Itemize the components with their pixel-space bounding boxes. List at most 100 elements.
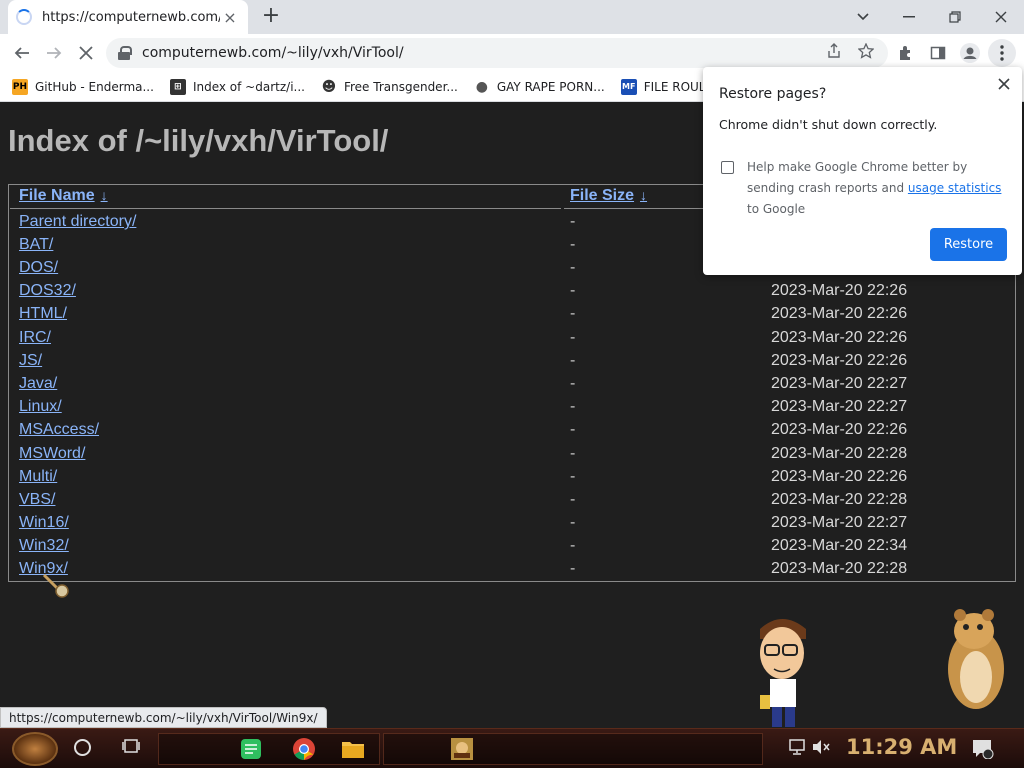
column-header-label: File Name xyxy=(19,187,95,204)
bookmark-item[interactable]: ⊞ Index of ~dartz/i... xyxy=(169,78,305,95)
table-row: Win9x/-2023-Mar-20 22:28 xyxy=(9,558,1015,581)
file-link[interactable]: MSWord/ xyxy=(19,445,85,463)
file-link[interactable]: Win32/ xyxy=(19,537,69,555)
file-link[interactable]: HTML/ xyxy=(19,305,67,323)
chrome-menu-icon[interactable] xyxy=(988,39,1016,67)
network-icon[interactable] xyxy=(788,739,806,759)
stop-loading-button[interactable] xyxy=(72,39,100,67)
crash-report-checkbox[interactable] xyxy=(721,161,734,174)
file-date: 2023-Mar-20 22:28 xyxy=(771,491,908,508)
table-row: Linux/ - 2023-Mar-20 22:27 xyxy=(9,396,1015,419)
file-link[interactable]: BAT/ xyxy=(19,236,53,254)
tab-close-icon[interactable]: × xyxy=(220,8,240,27)
globe-site-icon: ● xyxy=(475,78,488,95)
table-row: JS/ - 2023-Mar-20 22:26 xyxy=(9,350,1015,373)
side-panel-icon[interactable] xyxy=(924,39,952,67)
back-button[interactable] xyxy=(8,39,36,67)
forward-button[interactable] xyxy=(40,39,68,67)
usage-statistics-link[interactable]: usage statistics xyxy=(908,181,1002,195)
file-date: 2023-Mar-20 22:26 xyxy=(771,468,908,485)
url-text[interactable]: computernewb.com/~lily/vxh/VirTool/ xyxy=(142,45,404,61)
sort-arrow-icon: ↓ xyxy=(100,187,108,203)
close-window-button[interactable] xyxy=(978,0,1024,34)
file-link[interactable]: Win16/ xyxy=(19,514,69,532)
file-link[interactable]: MSAccess/ xyxy=(19,421,99,439)
file-size: - xyxy=(570,514,576,531)
file-size: - xyxy=(570,236,576,253)
bookmark-item[interactable]: ☻ Free Transgender... xyxy=(321,79,458,95)
bookmark-star-icon[interactable] xyxy=(856,42,876,63)
cortana-search-icon[interactable] xyxy=(74,739,91,756)
bookmark-label: Free Transgender... xyxy=(343,79,458,94)
new-tab-button[interactable]: + xyxy=(258,4,284,30)
notifications-icon[interactable] xyxy=(972,739,994,763)
file-link[interactable]: JS/ xyxy=(19,352,42,370)
messaging-app-icon[interactable] xyxy=(235,733,267,765)
bookmark-label: GAY RAPE PORN... xyxy=(496,79,605,94)
file-link[interactable]: IRC/ xyxy=(19,329,51,347)
file-explorer-icon[interactable] xyxy=(337,733,369,765)
file-date: 2023-Mar-20 22:26 xyxy=(771,305,908,322)
file-size: - xyxy=(570,537,576,554)
bookmark-item[interactable]: ● GAY RAPE PORN... xyxy=(474,79,605,95)
tab-search-chevron-icon[interactable] xyxy=(840,0,886,34)
table-row: HTML/ - 2023-Mar-20 22:26 xyxy=(9,303,1015,326)
profile-avatar-icon[interactable] xyxy=(956,39,984,67)
file-link[interactable]: Multi/ xyxy=(19,468,57,486)
column-header-file-name[interactable]: File Name ↓ xyxy=(19,185,108,209)
file-link[interactable]: DOS/ xyxy=(19,259,58,277)
volume-muted-icon[interactable] xyxy=(812,739,830,759)
taskbar: 11:29 AM xyxy=(0,728,1024,768)
table-row: IRC/ - 2023-Mar-20 22:26 xyxy=(9,327,1015,350)
file-date: 2023-Mar-20 22:28 xyxy=(771,445,908,462)
file-date: 2023-Mar-20 22:26 xyxy=(771,352,908,369)
table-row: MSAccess/ - 2023-Mar-20 22:26 xyxy=(9,419,1015,442)
task-view-icon[interactable] xyxy=(121,738,141,758)
file-date: 2023-Mar-20 22:26 xyxy=(771,421,908,438)
restore-window-button[interactable] xyxy=(932,0,978,34)
file-link[interactable]: VBS/ xyxy=(19,491,55,509)
grid-site-icon: ⊞ xyxy=(169,78,186,95)
ph-site-icon: PH xyxy=(12,78,28,95)
file-link[interactable]: Java/ xyxy=(19,375,57,393)
animated-cursor-icon xyxy=(42,573,72,607)
cartoon-character-icon xyxy=(752,611,812,732)
table-row: Java/ - 2023-Mar-20 22:27 xyxy=(9,373,1015,396)
address-bar[interactable]: computernewb.com/~lily/vxh/VirTool/ xyxy=(106,38,888,68)
file-date: 2023-Mar-20 22:26 xyxy=(771,282,908,299)
dialog-close-icon[interactable] xyxy=(994,75,1014,95)
file-link[interactable]: Linux/ xyxy=(19,398,62,416)
minimize-button[interactable] xyxy=(886,0,932,34)
face-site-icon: ☻ xyxy=(321,78,337,95)
file-date: 2023-Mar-20 22:34 xyxy=(771,537,908,554)
column-header-file-size[interactable]: File Size ↓ xyxy=(570,185,647,209)
table-row: MSWord/ - 2023-Mar-20 22:28 xyxy=(9,443,1015,466)
game-app-icon[interactable] xyxy=(446,733,478,765)
file-size: - xyxy=(570,468,576,485)
file-size: - xyxy=(570,305,576,322)
crash-report-label: Help make Google Chrome better by sendin… xyxy=(747,157,1012,220)
file-size: - xyxy=(570,329,576,346)
file-size: - xyxy=(570,375,576,392)
lock-icon[interactable] xyxy=(118,46,132,60)
file-size: - xyxy=(570,352,576,369)
file-size: - xyxy=(570,282,576,299)
hamster-mascot-icon xyxy=(940,605,1010,715)
dialog-message: Chrome didn't shut down correctly. xyxy=(719,117,938,132)
restore-button[interactable]: Restore xyxy=(930,228,1007,261)
start-button[interactable] xyxy=(12,732,58,766)
help-tail: to Google xyxy=(747,202,806,216)
sort-arrow-icon: ↓ xyxy=(640,187,648,203)
column-header-label: File Size xyxy=(570,187,635,204)
share-icon[interactable] xyxy=(824,43,844,63)
restore-pages-dialog: Restore pages? Chrome didn't shut down c… xyxy=(703,67,1022,275)
taskbar-clock[interactable]: 11:29 AM xyxy=(846,735,957,759)
bookmark-item[interactable]: PH GitHub - Enderma... xyxy=(12,78,154,95)
tab-active[interactable]: https://computernewb.com/~lil × xyxy=(8,0,248,34)
file-link[interactable]: DOS32/ xyxy=(19,282,76,300)
chrome-app-icon[interactable] xyxy=(288,733,320,765)
file-date: 2023-Mar-20 22:27 xyxy=(771,398,908,415)
file-link[interactable]: Parent directory/ xyxy=(19,213,136,231)
header-divider xyxy=(564,208,704,209)
extensions-puzzle-icon[interactable] xyxy=(892,39,920,67)
